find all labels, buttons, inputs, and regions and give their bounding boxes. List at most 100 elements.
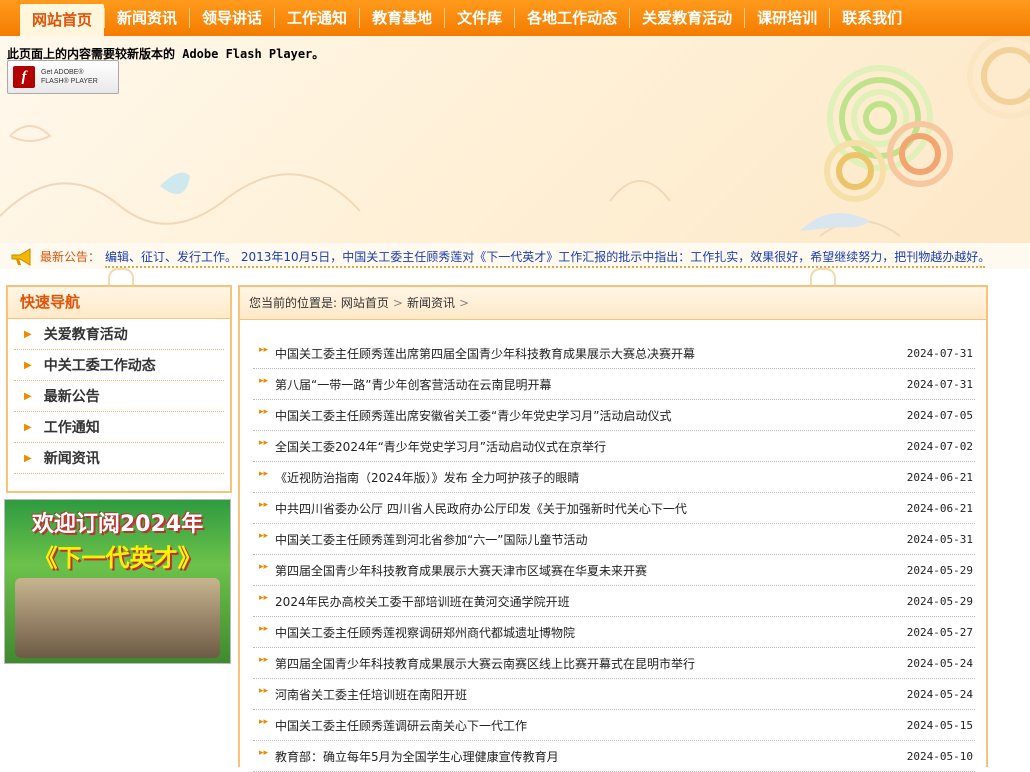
ticker-text[interactable]: 编辑、征订、发行工作。 2013年10月5日，中国关工委主任顾秀莲对《下一代英才… bbox=[105, 248, 985, 268]
news-date: 2024-07-02 bbox=[906, 440, 973, 453]
ticker-label: 最新公告： bbox=[40, 250, 101, 264]
quick-nav-title: 快速导航 bbox=[8, 287, 230, 319]
double-arrow-icon: ▸▸ bbox=[259, 531, 269, 541]
promo-photo bbox=[15, 578, 220, 658]
news-date: 2024-07-05 bbox=[906, 409, 973, 422]
news-title-link[interactable]: 第四届全国青少年科技教育成果展示大赛云南赛区线上比赛开幕式在昆明市举行 bbox=[275, 655, 695, 672]
double-arrow-icon: ▸▸ bbox=[259, 500, 269, 510]
flash-button-line2: FLASH® PLAYER bbox=[41, 78, 98, 85]
news-item: ▸▸ 中共四川省委办公厅 四川省人民政府办公厅印发《关于加强新时代关心下一代 202… bbox=[253, 493, 975, 524]
breadcrumb-current[interactable]: 新闻资讯 bbox=[407, 296, 455, 310]
news-title-link[interactable]: 2024年民办高校关工委干部培训班在黄河交通学院开班 bbox=[275, 593, 570, 610]
news-item: ▸▸ 中国关工委主任顾秀莲视察调研郑州商代都城遗址博物院 2024-05-27 bbox=[253, 617, 975, 648]
news-title-link[interactable]: 第八届“一带一路”青少年创客营活动在云南昆明开幕 bbox=[275, 376, 551, 393]
breadcrumb-home-link[interactable]: 网站首页 bbox=[341, 296, 389, 310]
quick-nav-item[interactable]: ▶ 关爱教育活动 bbox=[14, 319, 224, 350]
arrow-right-icon: ▶ bbox=[24, 421, 32, 433]
news-date: 2024-07-31 bbox=[906, 378, 973, 391]
news-title-link[interactable]: 河南省关工委主任培训班在南阳开班 bbox=[275, 686, 467, 703]
news-title-link[interactable]: 中国关工委主任顾秀莲到河北省参加“六一”国际儿童节活动 bbox=[275, 531, 587, 548]
news-title-link[interactable]: 中国关工委主任顾秀莲出席第四届全国青少年科技教育成果展示大赛总决赛开幕 bbox=[275, 345, 695, 362]
nav-item[interactable]: 领导讲话 bbox=[190, 4, 274, 32]
news-item: ▸▸ 中国关工委主任顾秀莲到河北省参加“六一”国际儿童节活动 2024-05-31 bbox=[253, 524, 975, 555]
news-item: ▸▸ 第四届全国青少年科技教育成果展示大赛云南赛区线上比赛开幕式在昆明市举行 202… bbox=[253, 648, 975, 679]
news-list: ▸▸ 中国关工委主任顾秀莲出席第四届全国青少年科技教育成果展示大赛总决赛开幕 202… bbox=[253, 338, 975, 772]
nav-item[interactable]: 各地工作动态 bbox=[515, 4, 629, 32]
quick-nav-list: ▶ 关爱教育活动 ▶ 中关工委工作动态 ▶ 最新公告 ▶ 工作通知 ▶ 新闻资讯 bbox=[8, 319, 230, 474]
nav-item[interactable]: 关爱教育活动 bbox=[630, 4, 744, 32]
news-title-link[interactable]: 教育部：确立每年5月为全国学生心理健康宣传教育月 bbox=[275, 748, 559, 765]
promo-line1: 欢迎订阅2024年 bbox=[31, 512, 204, 537]
flash-button-line1: Get ADOBE® bbox=[41, 69, 84, 76]
announcement-ticker: 最新公告： 编辑、征订、发行工作。 2013年10月5日，中国关工委主任顾秀莲对… bbox=[0, 243, 1030, 269]
quick-nav-label: 最新公告 bbox=[43, 389, 100, 405]
subscription-promo-banner[interactable]: 欢迎订阅2024年 《下一代英才》 bbox=[4, 499, 231, 664]
quick-nav-item[interactable]: ▶ 中关工委工作动态 bbox=[14, 350, 224, 381]
news-title-link[interactable]: 中国关工委主任顾秀莲出席安徽省关工委“青少年党史学习月”活动启动仪式 bbox=[275, 407, 671, 424]
quick-nav-label: 工作通知 bbox=[43, 420, 100, 436]
flash-logo-icon: f bbox=[13, 66, 35, 88]
news-title-link[interactable]: 中共四川省委办公厅 四川省人民政府办公厅印发《关于加强新时代关心下一代 bbox=[275, 500, 687, 517]
quick-nav-item[interactable]: ▶ 新闻资讯 bbox=[14, 443, 224, 474]
double-arrow-icon: ▸▸ bbox=[259, 748, 269, 758]
news-date: 2024-05-15 bbox=[906, 719, 973, 732]
news-item: ▸▸ 第八届“一带一路”青少年创客营活动在云南昆明开幕 2024-07-31 bbox=[253, 369, 975, 400]
news-date: 2024-05-31 bbox=[906, 533, 973, 546]
quick-nav-label: 新闻资讯 bbox=[43, 451, 100, 467]
double-arrow-icon: ▸▸ bbox=[259, 438, 269, 448]
news-date: 2024-05-29 bbox=[906, 595, 973, 608]
double-arrow-icon: ▸▸ bbox=[259, 345, 269, 355]
news-item: ▸▸ 2024年民办高校关工委干部培训班在黄河交通学院开班 2024-05-29 bbox=[253, 586, 975, 617]
nav-item[interactable]: 教育基地 bbox=[360, 4, 444, 32]
arrow-right-icon: ▶ bbox=[24, 359, 32, 371]
chevron-right-icon: > bbox=[458, 296, 470, 310]
news-title-link[interactable]: 中国关工委主任顾秀莲视察调研郑州商代都城遗址博物院 bbox=[275, 624, 575, 641]
arrow-right-icon: ▶ bbox=[24, 390, 32, 402]
news-title-link[interactable]: 全国关工委2024年“青少年党史学习月”活动启动仪式在京举行 bbox=[275, 438, 606, 455]
nav-item[interactable]: 工作通知 bbox=[275, 4, 359, 32]
news-date: 2024-07-31 bbox=[906, 347, 973, 360]
double-arrow-icon: ▸▸ bbox=[259, 593, 269, 603]
double-arrow-icon: ▸▸ bbox=[259, 686, 269, 696]
banner-decoration bbox=[0, 36, 1030, 237]
news-date: 2024-05-24 bbox=[906, 688, 973, 701]
news-date: 2024-05-29 bbox=[906, 564, 973, 577]
quick-nav-label: 关爱教育活动 bbox=[43, 327, 128, 343]
double-arrow-icon: ▸▸ bbox=[259, 407, 269, 417]
news-title-link[interactable]: 《近视防治指南（2024年版）》发布 全力呵护孩子的眼睛 bbox=[275, 469, 579, 486]
quick-nav-item[interactable]: ▶ 工作通知 bbox=[14, 412, 224, 443]
quick-nav: 快速导航 ▶ 关爱教育活动 ▶ 中关工委工作动态 ▶ 最新公告 ▶ 工作通知 ▶ 新闻资讯 bbox=[6, 285, 232, 493]
nav-item[interactable]: 新闻资讯 bbox=[105, 4, 189, 32]
news-item: ▸▸ 《近视防治指南（2024年版）》发布 全力呵护孩子的眼睛 2024-06-21 bbox=[253, 462, 975, 493]
chevron-right-icon: > bbox=[392, 296, 403, 310]
double-arrow-icon: ▸▸ bbox=[259, 717, 269, 727]
banner: 此页面上的内容需要较新版本的 Adobe Flash Player。 f Get… bbox=[0, 36, 1030, 243]
arrow-right-icon: ▶ bbox=[24, 452, 32, 464]
quick-nav-item[interactable]: ▶ 最新公告 bbox=[14, 381, 224, 412]
news-title-link[interactable]: 中国关工委主任顾秀莲调研云南关心下一代工作 bbox=[275, 717, 527, 734]
nav-item[interactable]: 文件库 bbox=[445, 4, 514, 32]
breadcrumb-prefix: 您当前的位置是: bbox=[249, 296, 338, 310]
news-title-link[interactable]: 第四届全国青少年科技教育成果展示大赛天津市区域赛在华夏未来开赛 bbox=[275, 562, 647, 579]
news-date: 2024-05-10 bbox=[906, 750, 973, 763]
news-item: ▸▸ 河南省关工委主任培训班在南阳开班 2024-05-24 bbox=[253, 679, 975, 710]
news-item: ▸▸ 中国关工委主任顾秀莲出席第四届全国青少年科技教育成果展示大赛总决赛开幕 202… bbox=[253, 338, 975, 369]
double-arrow-icon: ▸▸ bbox=[259, 655, 269, 665]
nav-item[interactable]: 网站首页 bbox=[20, 4, 105, 36]
breadcrumb: 您当前的位置是: 网站首页 > 新闻资讯 > bbox=[240, 287, 986, 320]
nav-list: 网站首页 新闻资讯 领导讲话 工作通知 教育基地 文件库 各地工作动态 关爱教育活动 课研培训联… bbox=[0, 0, 1030, 36]
news-date: 2024-05-24 bbox=[906, 657, 973, 670]
arrow-right-icon: ▶ bbox=[24, 328, 32, 340]
quick-nav-label: 中关工委工作动态 bbox=[43, 358, 156, 374]
double-arrow-icon: ▸▸ bbox=[259, 469, 269, 479]
promo-line2: 《下一代英才》 bbox=[33, 544, 202, 572]
double-arrow-icon: ▸▸ bbox=[259, 376, 269, 386]
news-item: ▸▸ 全国关工委2024年“青少年党史学习月”活动启动仪式在京举行 2024-07-… bbox=[253, 431, 975, 462]
get-flash-player-button[interactable]: f Get ADOBE® FLASH® PLAYER bbox=[7, 60, 119, 94]
news-date: 2024-06-21 bbox=[906, 471, 973, 484]
nav-item[interactable]: 课研培训 bbox=[745, 4, 829, 32]
nav-item[interactable]: 联系我们 bbox=[830, 4, 914, 32]
double-arrow-icon: ▸▸ bbox=[259, 562, 269, 572]
news-item: ▸▸ 第四届全国青少年科技教育成果展示大赛天津市区域赛在华夏未来开赛 2024-05… bbox=[253, 555, 975, 586]
news-item: ▸▸ 中国关工委主任顾秀莲调研云南关心下一代工作 2024-05-15 bbox=[253, 710, 975, 741]
